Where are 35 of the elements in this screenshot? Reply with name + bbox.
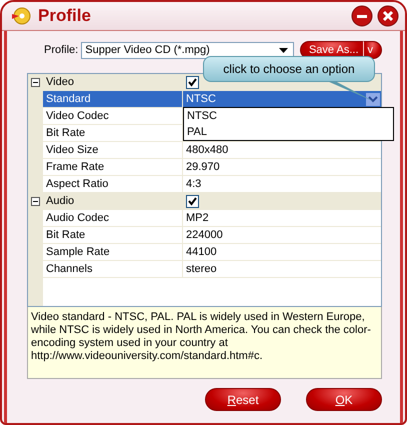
profile-dropdown[interactable]: Supper Video CD (*.mpg) (81, 42, 294, 58)
property-name[interactable]: Standard (43, 91, 183, 108)
property-value[interactable]: 224000 (183, 227, 381, 244)
property-name[interactable]: Frame Rate (43, 159, 183, 176)
checkbox[interactable] (186, 194, 199, 208)
property-value[interactable]: stereo (183, 261, 381, 278)
collapse-icon[interactable] (31, 78, 40, 87)
property-name[interactable]: Video Size (43, 142, 183, 159)
property-name[interactable]: Sample Rate (43, 244, 183, 261)
minimize-icon[interactable] (351, 5, 373, 27)
dropdown-arrow-icon[interactable] (278, 48, 288, 52)
category-name: Audio (43, 193, 183, 210)
property-name[interactable]: Audio Codec (43, 210, 183, 227)
close-icon[interactable] (377, 5, 399, 27)
property-name[interactable]: Bit Rate (43, 125, 183, 142)
collapse-icon[interactable] (31, 197, 40, 206)
property-value[interactable]: 29.970 (183, 159, 381, 176)
dropdown-option[interactable]: NTSC (184, 108, 393, 124)
checkbox[interactable] (186, 76, 199, 88)
save-menu-button[interactable]: v (362, 41, 382, 59)
dropdown-option[interactable]: PAL (184, 124, 393, 140)
property-name[interactable]: Channels (43, 261, 183, 278)
property-value[interactable]: 480x480 (183, 142, 381, 159)
property-name[interactable]: Video Codec (43, 108, 183, 125)
category-name: Video (43, 74, 183, 91)
property-value[interactable]: 44100 (183, 244, 381, 261)
tooltip: click to choose an option (203, 56, 375, 82)
dialog-button[interactable]: Reset (205, 388, 281, 411)
window-title: Profile (38, 6, 92, 26)
property-value[interactable]: MP2 (183, 210, 381, 227)
description-text: Video standard - NTSC, PAL. PAL is widely used in Western Europe, while NTSC is widely used in North America. You can check the color-encoding system used in your country at http://www.videouniversity.com/standard.htm#c. (27, 307, 382, 379)
property-name[interactable]: Bit Rate (43, 227, 183, 244)
disc-icon (10, 6, 32, 26)
profile-label: Profile: (44, 44, 78, 56)
dialog-button[interactable]: OK (306, 388, 382, 411)
